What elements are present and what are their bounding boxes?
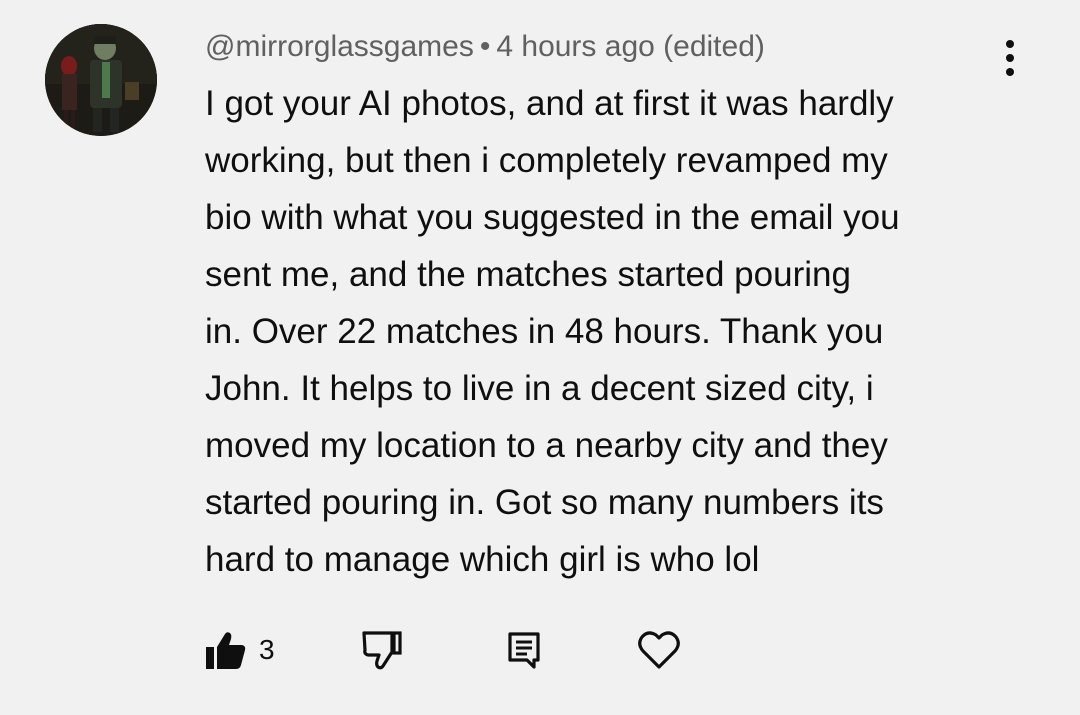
dislike-button[interactable]	[361, 625, 403, 675]
like-button[interactable]: 3	[205, 625, 275, 675]
comment-text-line: working, but then i completely revamped …	[205, 141, 888, 180]
comment: @mirrorglassgames • 4 hours ago (edited) I…	[0, 0, 1080, 715]
avatar-image	[45, 24, 157, 136]
like-count: 3	[259, 634, 275, 665]
more-vert-icon	[1006, 40, 1014, 76]
comment-text-line: John. It helps to live in a decent sized…	[205, 369, 874, 408]
comment-text-line: bio with what you suggested in the email…	[205, 198, 900, 237]
comment-header: @mirrorglassgames • 4 hours ago (edited)	[205, 28, 765, 66]
comment-text-line: started pouring in. Got so many numbers …	[205, 483, 884, 522]
comment-text: I got your AI photos, and at first it wa…	[205, 75, 1005, 588]
timestamp: 4 hours ago (edited)	[496, 30, 765, 63]
avatar[interactable]	[45, 24, 157, 136]
comment-text-line: moved my location to a nearby city and t…	[205, 426, 888, 465]
reply-icon	[508, 632, 540, 669]
comment-text-line: I got your AI photos, and at first it wa…	[205, 84, 894, 123]
more-options-button[interactable]	[990, 36, 1030, 80]
thumbs-up-icon	[206, 632, 246, 669]
separator-dot: •	[479, 30, 491, 63]
thumbs-down-icon	[362, 631, 402, 670]
comment-text-line: sent me, and the matches started pouring	[205, 255, 851, 294]
heart-icon	[638, 631, 680, 669]
author-name[interactable]: @mirrorglassgames	[205, 30, 474, 63]
comment-text-line: in. Over 22 matches in 48 hours. Thank y…	[205, 312, 884, 351]
comment-text-line: hard to manage which girl is who lol	[205, 540, 760, 579]
reply-button[interactable]	[507, 625, 541, 675]
heart-button[interactable]	[638, 625, 680, 675]
